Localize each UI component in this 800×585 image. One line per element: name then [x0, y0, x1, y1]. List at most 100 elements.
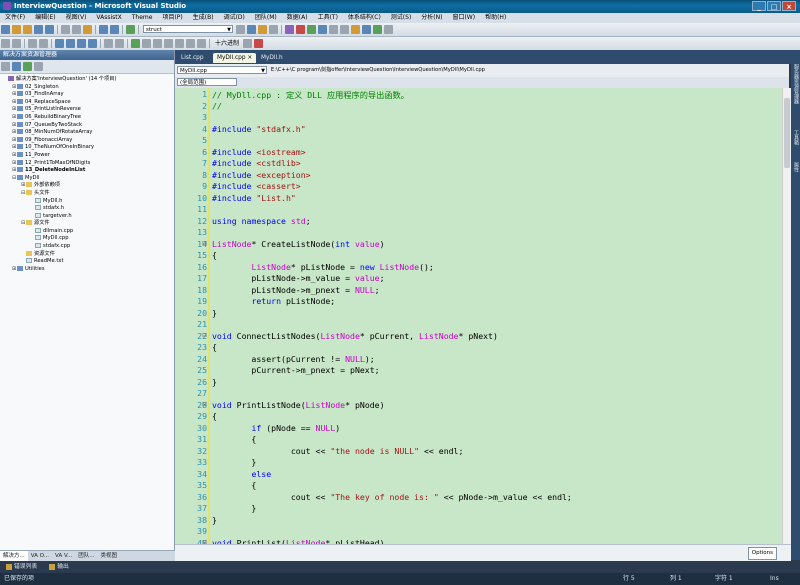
tree-item[interactable]: MyDll.cpp: [0, 235, 174, 243]
pause-icon[interactable]: [142, 39, 151, 48]
code-line[interactable]: #include <exception>: [212, 170, 311, 180]
find-combo[interactable]: struct ▼: [143, 25, 233, 33]
options-button[interactable]: Options: [747, 547, 777, 560]
tree-item[interactable]: ⊟ MyDll: [0, 174, 174, 183]
code-line[interactable]: return pListNode;: [212, 296, 335, 306]
properties-icon[interactable]: [258, 25, 267, 34]
save-icon[interactable]: [34, 25, 43, 34]
menu-team[interactable]: 团队(M): [250, 13, 282, 23]
scrollbar-thumb[interactable]: [784, 98, 790, 168]
minimize-button[interactable]: _: [752, 1, 766, 11]
tree-item[interactable]: 资源文件: [0, 250, 174, 259]
tree-item[interactable]: ⊞ 07_QueueByTwoStack: [0, 121, 174, 130]
code-line[interactable]: // MyDll.cpp : 定义 DLL 应用程序的导出函数。: [212, 89, 409, 101]
menu-test[interactable]: 测试(S): [386, 13, 417, 23]
menu-view[interactable]: 视图(V): [61, 13, 92, 23]
new-project-icon[interactable]: [1, 25, 10, 34]
tree-item[interactable]: stdafx.cpp: [0, 243, 174, 251]
code-line[interactable]: #include <cassert>: [212, 181, 301, 191]
tab-server-explorer[interactable]: 服务器资源管理器: [791, 64, 800, 104]
uncomment-icon[interactable]: [39, 39, 48, 48]
outdent-icon[interactable]: [1, 39, 10, 48]
code-line[interactable]: }: [212, 308, 217, 318]
tab-output[interactable]: 输出: [43, 561, 75, 573]
code-line[interactable]: cout << "the node is NULL" << endl;: [212, 446, 464, 456]
tab-properties[interactable]: 属性: [791, 162, 800, 172]
tree-item[interactable]: 解决方案'InterviewQuestion' (14 个项目): [0, 76, 174, 84]
hex-toggle[interactable]: 十六进制: [212, 37, 242, 50]
exceptions-icon[interactable]: [254, 39, 264, 48]
tree-item[interactable]: ⊞ 04_ReplaceSpace: [0, 98, 174, 107]
tab-mydll-h[interactable]: MyDll.h: [257, 53, 287, 63]
refresh-icon[interactable]: [23, 62, 32, 71]
clear-bookmarks-icon[interactable]: [88, 39, 97, 48]
va-find-icon[interactable]: [296, 25, 305, 34]
menu-analyze[interactable]: 分析(N): [416, 13, 447, 23]
code-line[interactable]: else: [212, 469, 271, 479]
code-line[interactable]: pCurrent->m_pnext = pNext;: [212, 365, 379, 375]
code-line[interactable]: pListNode->m_pnext = NULL;: [212, 285, 379, 295]
code-line[interactable]: #include "stdafx.h": [212, 124, 306, 134]
menu-theme[interactable]: Theme: [127, 13, 158, 23]
restart-icon[interactable]: [164, 39, 173, 48]
menu-architecture[interactable]: 体系结构(C): [343, 13, 386, 23]
menu-window[interactable]: 窗口(W): [447, 13, 480, 23]
cut-icon[interactable]: [61, 25, 70, 34]
start-debugging-icon[interactable]: [126, 25, 135, 34]
close-tab-icon[interactable]: ×: [247, 55, 252, 61]
code-line[interactable]: }: [212, 457, 256, 467]
va-comment-icon[interactable]: [362, 25, 371, 34]
code-line[interactable]: #include <cstdlib>: [212, 158, 301, 168]
code-line[interactable]: }: [212, 377, 217, 387]
tree-item[interactable]: ⊞ 13_DeleteNodeInList: [0, 167, 174, 175]
tree-item[interactable]: targetver.h: [0, 212, 174, 221]
toolbox-icon[interactable]: [269, 25, 278, 34]
indent-icon[interactable]: [12, 39, 21, 48]
comment-icon[interactable]: [28, 39, 37, 48]
tree-item[interactable]: ⊞ 10_TheNumOfOneInBinary: [0, 144, 174, 152]
tab-list-cpp[interactable]: List.cpp: [177, 53, 208, 63]
copy-icon[interactable]: [72, 25, 81, 34]
tree-item[interactable]: ⊞ 09_FibonacciArray: [0, 136, 174, 145]
continue-icon[interactable]: [131, 39, 140, 48]
code-line[interactable]: void ConnectListNodes(ListNode* pCurrent…: [212, 331, 498, 341]
close-button[interactable]: ×: [782, 1, 796, 11]
tree-item[interactable]: ⊞ 08_MinNumOfRotateArray: [0, 129, 174, 137]
menu-data[interactable]: 数据(A): [282, 13, 313, 23]
code-line[interactable]: {: [212, 342, 217, 352]
va-refactor-icon[interactable]: [351, 25, 360, 34]
code-line[interactable]: if (pNode == NULL): [212, 423, 340, 433]
va-icon[interactable]: [285, 25, 294, 34]
tree-item[interactable]: ReadMe.txt: [0, 258, 174, 266]
tree-item[interactable]: ⊞ 05_PrintListInReverse: [0, 106, 174, 114]
code-line[interactable]: ListNode* CreateListNode(int value): [212, 239, 385, 249]
menu-edit[interactable]: 编辑(E): [30, 13, 60, 23]
tree-item[interactable]: ⊞ 11_Power: [0, 151, 174, 160]
tree-item[interactable]: ⊞ 12_Print1ToMaxOfNDigits: [0, 159, 174, 168]
menu-build[interactable]: 生成(B): [188, 13, 219, 23]
tab-error-list[interactable]: 错误列表: [0, 561, 43, 573]
code-line[interactable]: #include "List.h": [212, 193, 296, 203]
step-into-icon[interactable]: [175, 39, 184, 48]
code-line[interactable]: }: [212, 515, 217, 525]
fold-icon[interactable]: ⊟: [202, 240, 207, 247]
code-editor[interactable]: 1 2 3 4 5 6 7 8 9 10 11 12 13 14 ⊟ 15 16 17 18 19 20 21 22 ⊟ 23 2…: [175, 88, 782, 544]
menu-help[interactable]: 帮助(H): [480, 13, 511, 23]
step-out-icon[interactable]: [197, 39, 206, 48]
va-options-icon[interactable]: [384, 25, 393, 34]
paste-icon[interactable]: [83, 25, 92, 34]
tree-item[interactable]: dllmain.cpp: [0, 227, 174, 236]
code-line[interactable]: #include <iostream>: [212, 147, 306, 157]
menu-tools[interactable]: 工具(T): [313, 13, 343, 23]
code-line[interactable]: //: [212, 101, 222, 111]
redo-icon[interactable]: [110, 25, 119, 34]
code-line[interactable]: }: [212, 503, 256, 513]
next-bookmark-icon[interactable]: [77, 39, 86, 48]
tree-item[interactable]: ⊞ 06_RebuildBinaryTree: [0, 113, 174, 122]
menu-vassistx[interactable]: VAssistX: [91, 13, 126, 23]
file-combo[interactable]: MyDll.cpp ▼: [177, 66, 267, 74]
tab-toolbox[interactable]: 工具箱: [791, 130, 800, 145]
cancel-build-icon[interactable]: [115, 39, 124, 48]
menu-project[interactable]: 项目(P): [157, 13, 187, 23]
fold-icon[interactable]: ⊟: [202, 332, 207, 339]
